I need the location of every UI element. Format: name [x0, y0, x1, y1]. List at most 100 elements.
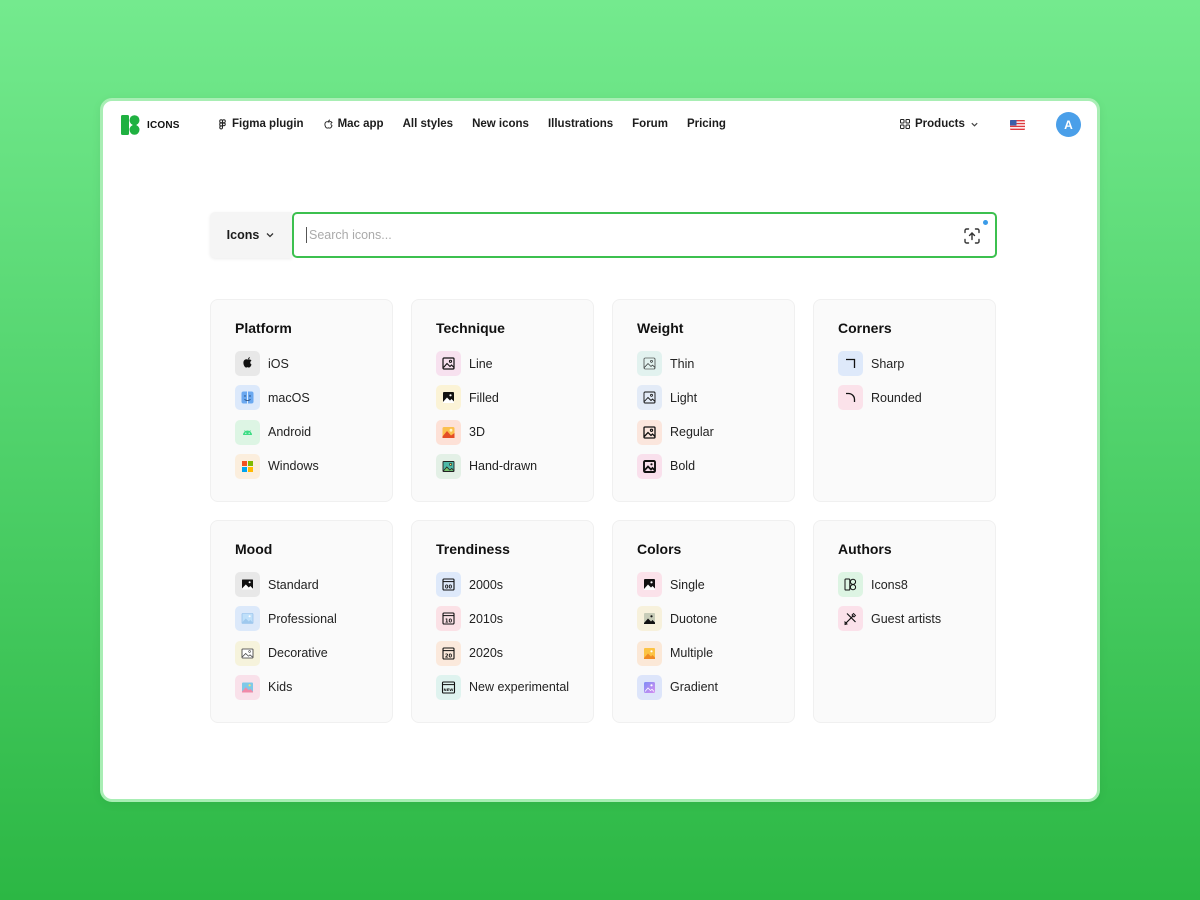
logo[interactable]: ICONS: [121, 115, 180, 135]
rounded-icon: [838, 385, 863, 411]
filter-option-sharp[interactable]: Sharp: [838, 351, 971, 376]
nav-label: New icons: [472, 118, 529, 130]
line-icon: [436, 351, 461, 376]
nav-new-icons[interactable]: New icons: [472, 118, 529, 130]
filter-card-title: Platform: [235, 320, 292, 336]
filter-option-2000s[interactable]: 00 2000s: [436, 572, 569, 597]
filter-option-label: Regular: [670, 425, 714, 440]
filter-card-title: Colors: [637, 541, 682, 557]
filter-card-title: Authors: [838, 541, 892, 557]
filter-option-2020s[interactable]: 20 2020s: [436, 640, 569, 666]
figma-icon: [219, 118, 226, 129]
avatar[interactable]: A: [1056, 112, 1081, 137]
filter-option-decorative[interactable]: Decorative: [235, 640, 368, 666]
filter-card-authors: Authors Icons8 Guest artists: [813, 520, 996, 723]
filter-option-gradient[interactable]: Gradient: [637, 674, 770, 700]
filter-option-label: Filled: [469, 390, 499, 405]
filter-option-label: Duotone: [670, 611, 718, 626]
guest-artists-icon: [838, 606, 863, 632]
filter-option-multiple[interactable]: Multiple: [637, 640, 770, 666]
filter-option-ios[interactable]: iOS: [235, 351, 368, 376]
filter-option-single[interactable]: Single: [637, 572, 770, 597]
search-box: [292, 212, 997, 258]
filter-option-bold[interactable]: Bold: [637, 453, 770, 479]
image-search-button[interactable]: [961, 225, 983, 247]
filter-option-rounded[interactable]: Rounded: [838, 385, 971, 411]
filter-option-duotone[interactable]: Duotone: [637, 606, 770, 632]
filter-option-hand-drawn[interactable]: Hand-drawn: [436, 453, 569, 479]
products-dropdown[interactable]: Products: [900, 118, 979, 130]
filter-option-guest-artists[interactable]: Guest artists: [838, 606, 971, 632]
filter-card-trendiness: Trendiness 00 2000s 10 2010s 20 2020s NEW New ex…: [411, 520, 594, 723]
nav-illustrations[interactable]: Illustrations: [548, 118, 613, 130]
filter-option-label: Kids: [268, 680, 293, 695]
filter-option-icons8[interactable]: Icons8: [838, 572, 971, 597]
filter-option-line[interactable]: Line: [436, 351, 569, 376]
filter-option-label: Thin: [670, 356, 695, 371]
us-flag-icon[interactable]: [1010, 120, 1025, 130]
filter-option-filled[interactable]: Filled: [436, 385, 569, 411]
filter-option-regular[interactable]: Regular: [637, 419, 770, 445]
grid-icon: [900, 119, 910, 129]
multiple-icon: [637, 640, 662, 666]
filter-option-label: Windows: [268, 459, 319, 474]
single-icon: [637, 572, 662, 597]
top-nav: ICONS Figma plugin Mac app All styles Ne…: [103, 101, 1097, 151]
filter-card-title: Corners: [838, 320, 892, 336]
products-label: Products: [915, 118, 965, 130]
image-search-icon: [964, 228, 980, 244]
nav-forum[interactable]: Forum: [632, 118, 668, 130]
filter-option-label: Guest artists: [871, 611, 942, 626]
filter-option-new-experimental[interactable]: NEW New experimental: [436, 674, 570, 700]
nav-figma-plugin[interactable]: Figma plugin: [217, 118, 304, 130]
2010s-icon: 10: [436, 606, 461, 632]
icons8-logo-icon: [121, 115, 140, 135]
filter-option-macos[interactable]: macOS: [235, 385, 368, 411]
svg-text:00: 00: [445, 584, 453, 590]
filter-option-label: Single: [670, 577, 705, 592]
filter-option-standard[interactable]: Standard: [235, 572, 368, 597]
filter-option-windows[interactable]: Windows: [235, 453, 368, 479]
3d-icon: [436, 419, 461, 445]
filter-option-professional[interactable]: Professional: [235, 606, 368, 632]
filter-option-light[interactable]: Light: [637, 385, 770, 411]
filter-card-corners: Corners Sharp Rounded: [813, 299, 996, 502]
new-experimental-icon: NEW: [436, 674, 461, 700]
app-window: ICONS Figma plugin Mac app All styles Ne…: [100, 98, 1100, 802]
svg-text:NEW: NEW: [444, 687, 455, 692]
nav-pricing[interactable]: Pricing: [687, 118, 726, 130]
filter-option-2010s[interactable]: 10 2010s: [436, 606, 569, 632]
filter-option-label: 2000s: [469, 577, 504, 592]
hand-drawn-icon: [436, 453, 461, 479]
sharp-icon: [838, 351, 863, 376]
nav-all-styles[interactable]: All styles: [403, 118, 454, 130]
search-input[interactable]: [306, 227, 926, 243]
filter-card-title: Weight: [637, 320, 684, 336]
filter-option-kids[interactable]: Kids: [235, 674, 368, 700]
gradient-icon: [637, 674, 662, 700]
filter-card-weight: Weight Thin Light Regular Bold: [612, 299, 795, 502]
decorative-icon: [235, 640, 260, 666]
standard-icon: [235, 572, 260, 597]
svg-text:20: 20: [445, 653, 453, 659]
professional-icon: [235, 606, 260, 632]
filter-card-title: Trendiness: [436, 541, 510, 557]
filter-option-3d[interactable]: 3D: [436, 419, 569, 445]
filter-option-thin[interactable]: Thin: [637, 351, 770, 376]
search-type-dropdown[interactable]: Icons: [210, 212, 292, 258]
kids-icon: [235, 674, 260, 700]
nav-label: Forum: [632, 118, 668, 130]
logo-text: ICONS: [147, 119, 180, 131]
svg-text:10: 10: [445, 619, 453, 625]
ios-icon: [235, 351, 260, 376]
chevron-down-icon: [971, 122, 978, 127]
filter-option-label: New experimental: [469, 680, 570, 695]
2020s-icon: 20: [436, 640, 461, 666]
filter-option-label: Professional: [268, 611, 337, 626]
macos-icon: [235, 385, 260, 411]
filter-option-android[interactable]: Android: [235, 419, 368, 445]
filter-option-label: Line: [469, 356, 493, 371]
notification-dot: [983, 220, 988, 225]
main-menu: Figma plugin Mac app All styles New icon…: [217, 118, 726, 130]
nav-mac-app[interactable]: Mac app: [323, 118, 384, 130]
